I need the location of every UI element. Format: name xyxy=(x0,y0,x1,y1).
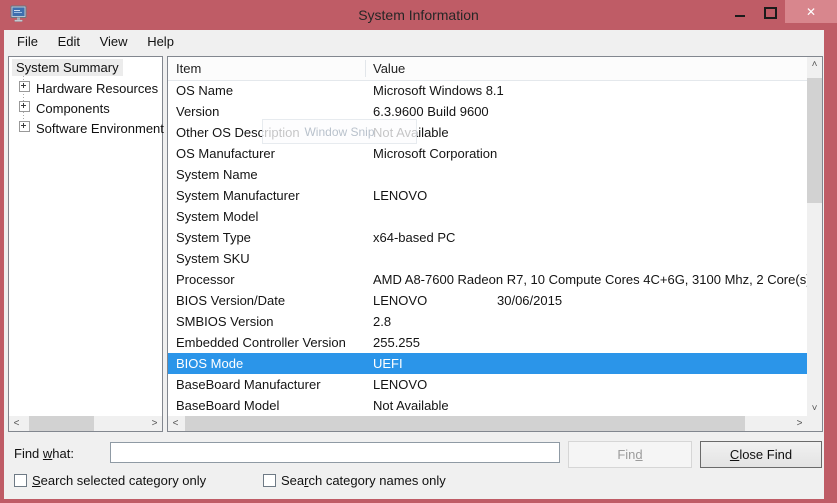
tree-item-components[interactable]: Components xyxy=(19,101,110,119)
row-value: 6.3.9600 Build 9600 xyxy=(373,101,807,122)
list-horizontal-scrollbar[interactable]: ˂ ˃ xyxy=(168,416,822,431)
ghost-text: Window Snip xyxy=(304,125,374,139)
window-snip-ghost-tooltip: Window Snip xyxy=(262,119,417,144)
table-row[interactable]: System ManufacturerLENOVO xyxy=(168,185,807,206)
row-value xyxy=(373,248,807,269)
search-category-names-label[interactable]: Search category names only xyxy=(281,473,446,488)
window-title: System Information xyxy=(0,7,837,23)
table-row[interactable]: SMBIOS Version2.8 xyxy=(168,311,807,332)
row-value: UEFI xyxy=(373,353,807,374)
scrollbar-thumb[interactable] xyxy=(185,416,745,431)
row-item: Processor xyxy=(168,269,373,290)
tree-item-label: Software Environment xyxy=(36,121,164,136)
scroll-right-icon[interactable]: ˃ xyxy=(792,416,807,431)
tree-horizontal-scrollbar[interactable]: ˂ ˃ xyxy=(9,416,162,431)
tree-item-software-environment[interactable]: Software Environment xyxy=(19,121,164,139)
close-icon: ✕ xyxy=(806,5,816,19)
maximize-icon xyxy=(764,7,777,19)
row-value: LENOVO xyxy=(373,185,807,206)
row-item: BaseBoard Manufacturer xyxy=(168,374,373,395)
expand-plus-icon[interactable] xyxy=(19,81,30,92)
table-row[interactable]: System SKU xyxy=(168,248,807,269)
scroll-left-icon[interactable]: ˂ xyxy=(9,416,24,431)
find-input[interactable] xyxy=(110,442,560,463)
search-selected-category-label[interactable]: Search selected category only xyxy=(32,473,206,488)
scrollbar-thumb[interactable] xyxy=(29,416,94,431)
column-header-item[interactable]: Item xyxy=(176,61,201,76)
table-row[interactable]: BaseBoard ModelNot Available xyxy=(168,395,807,416)
tree-item-system-summary[interactable]: System Summary xyxy=(12,60,123,78)
system-information-window: System Information ✕ File Edit View Help… xyxy=(0,0,837,503)
find-what-label: Find what: xyxy=(14,446,74,461)
row-value: 2.8 xyxy=(373,311,807,332)
scroll-down-icon[interactable]: ˅ xyxy=(807,401,822,416)
row-value: Microsoft Windows 8.1 xyxy=(373,80,807,101)
row-item: OS Manufacturer xyxy=(168,143,373,164)
scroll-left-icon[interactable]: ˂ xyxy=(168,416,183,431)
table-row[interactable]: ProcessorAMD A8-7600 Radeon R7, 10 Compu… xyxy=(168,269,807,290)
search-selected-category-checkbox[interactable] xyxy=(14,474,27,487)
row-value-date: 30/06/2015 xyxy=(497,290,562,311)
row-value: LENOVO xyxy=(373,374,807,395)
menu-edit[interactable]: Edit xyxy=(50,30,88,49)
column-header-value[interactable]: Value xyxy=(373,61,405,76)
row-item: OS Name xyxy=(168,80,373,101)
row-value xyxy=(373,206,807,227)
expand-plus-icon[interactable] xyxy=(19,101,30,112)
scrollbar-thumb[interactable] xyxy=(807,78,822,203)
titlebar[interactable]: System Information ✕ xyxy=(0,0,837,30)
expand-plus-icon[interactable] xyxy=(19,121,30,132)
row-item: System SKU xyxy=(168,248,373,269)
scroll-right-icon[interactable]: ˃ xyxy=(147,416,162,431)
row-value: x64-based PC xyxy=(373,227,807,248)
tree-item-hardware-resources[interactable]: Hardware Resources xyxy=(19,81,158,99)
menu-view[interactable]: View xyxy=(92,30,136,49)
list-vertical-scrollbar[interactable]: ˄ ˅ xyxy=(807,57,822,416)
column-divider[interactable] xyxy=(365,60,366,77)
minimize-icon xyxy=(735,15,745,17)
tree-item-label: System Summary xyxy=(12,59,123,76)
scroll-up-icon[interactable]: ˄ xyxy=(807,57,822,72)
category-tree-panel: System Summary Hardware Resources Compon… xyxy=(8,56,163,432)
search-category-names-checkbox[interactable] xyxy=(263,474,276,487)
minimize-button[interactable] xyxy=(725,0,755,23)
table-row-selected[interactable]: BIOS ModeUEFI xyxy=(168,353,807,374)
list-header: Item Value xyxy=(168,57,822,81)
row-item: System Manufacturer xyxy=(168,185,373,206)
row-item: System Type xyxy=(168,227,373,248)
table-row[interactable]: System Name xyxy=(168,164,807,185)
table-row[interactable]: System Typex64-based PC xyxy=(168,227,807,248)
window-content: File Edit View Help System Summary Hardw… xyxy=(4,30,824,499)
row-value: 255.255 xyxy=(373,332,807,353)
menu-file[interactable]: File xyxy=(9,30,46,49)
table-row[interactable]: OS ManufacturerMicrosoft Corporation xyxy=(168,143,807,164)
table-row[interactable]: OS NameMicrosoft Windows 8.1 xyxy=(168,80,807,101)
row-item: SMBIOS Version xyxy=(168,311,373,332)
row-item: System Model xyxy=(168,206,373,227)
row-item: BIOS Version/Date xyxy=(168,290,373,311)
table-row[interactable]: Embedded Controller Version255.255 xyxy=(168,332,807,353)
row-item: Embedded Controller Version xyxy=(168,332,373,353)
menu-bar: File Edit View Help xyxy=(9,30,182,53)
maximize-button[interactable] xyxy=(755,0,785,23)
row-value: LENOVO30/06/2015 xyxy=(373,290,807,311)
row-item: BIOS Mode xyxy=(168,353,373,374)
close-find-button[interactable]: Close Find xyxy=(700,441,822,468)
row-value: Not Available xyxy=(373,395,807,416)
menu-help[interactable]: Help xyxy=(139,30,182,49)
row-value: Not Available xyxy=(373,122,807,143)
details-list-panel: Item Value OS NameMicrosoft Windows 8.1 … xyxy=(167,56,823,432)
row-value: AMD A8-7600 Radeon R7, 10 Compute Cores … xyxy=(373,269,807,290)
row-item: BaseBoard Model xyxy=(168,395,373,416)
tree-item-label: Hardware Resources xyxy=(36,81,158,96)
table-row[interactable]: BaseBoard ManufacturerLENOVO xyxy=(168,374,807,395)
close-button[interactable]: ✕ xyxy=(785,0,837,23)
row-value: Microsoft Corporation xyxy=(373,143,807,164)
table-row[interactable]: BIOS Version/DateLENOVO30/06/2015 xyxy=(168,290,807,311)
find-button[interactable]: Find xyxy=(568,441,692,468)
tree-item-label: Components xyxy=(36,101,110,116)
row-value xyxy=(373,164,807,185)
table-row[interactable]: System Model xyxy=(168,206,807,227)
row-item: System Name xyxy=(168,164,373,185)
